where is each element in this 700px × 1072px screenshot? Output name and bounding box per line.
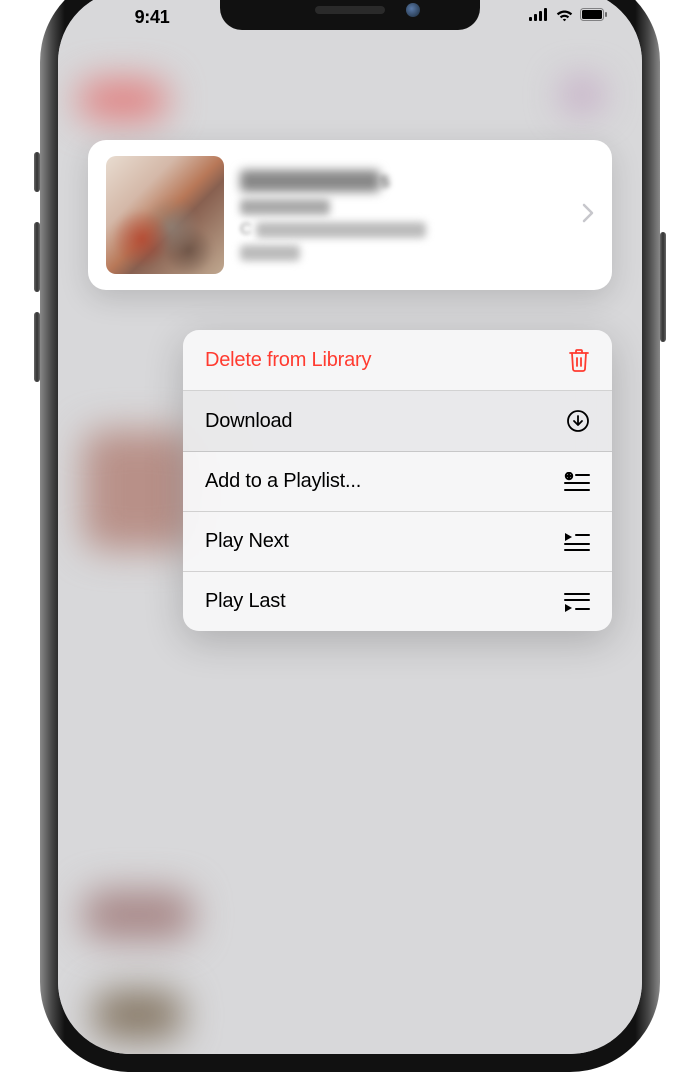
play-next-icon [564, 532, 590, 552]
add-to-playlist-icon [564, 472, 590, 492]
status-indicators [488, 4, 608, 27]
menu-label: Play Last [205, 590, 285, 613]
context-menu: Delete from Library Download Add to a Pl… [183, 330, 612, 631]
delete-from-library-item[interactable]: Delete from Library [183, 330, 612, 391]
menu-label: Download [205, 410, 292, 433]
wifi-icon [555, 8, 574, 27]
silent-switch [34, 152, 40, 192]
add-to-playlist-item[interactable]: Add to a Playlist... [183, 452, 612, 512]
song-title-obscured [240, 170, 380, 192]
chevron-right-icon [582, 203, 594, 228]
front-camera [406, 3, 420, 17]
status-time: 9:41 [92, 3, 212, 28]
song-title-suffix: s [380, 170, 390, 193]
power-button [660, 232, 666, 342]
album-artwork [106, 156, 224, 274]
volume-down-button [34, 312, 40, 382]
screen: 9:41 s [58, 0, 642, 1054]
song-artist-obscured [240, 199, 330, 215]
song-info: s C [240, 170, 566, 261]
iphone-frame: 9:41 s [40, 0, 660, 1072]
song-year-obscured [240, 245, 300, 261]
menu-label: Add to a Playlist... [205, 470, 361, 493]
trash-icon [568, 348, 590, 372]
download-item[interactable]: Download [183, 391, 612, 452]
song-preview-card[interactable]: s C [88, 140, 612, 290]
play-last-item[interactable]: Play Last [183, 572, 612, 631]
song-album-prefix: C [240, 221, 252, 239]
play-next-item[interactable]: Play Next [183, 512, 612, 572]
menu-label: Play Next [205, 530, 289, 553]
play-last-icon [564, 592, 590, 612]
battery-icon [580, 8, 608, 26]
volume-up-button [34, 222, 40, 292]
cellular-icon [529, 8, 549, 26]
notch [220, 0, 480, 30]
download-icon [566, 409, 590, 433]
speaker-grille [315, 6, 385, 14]
song-album-obscured [256, 222, 426, 238]
menu-label: Delete from Library [205, 349, 371, 372]
